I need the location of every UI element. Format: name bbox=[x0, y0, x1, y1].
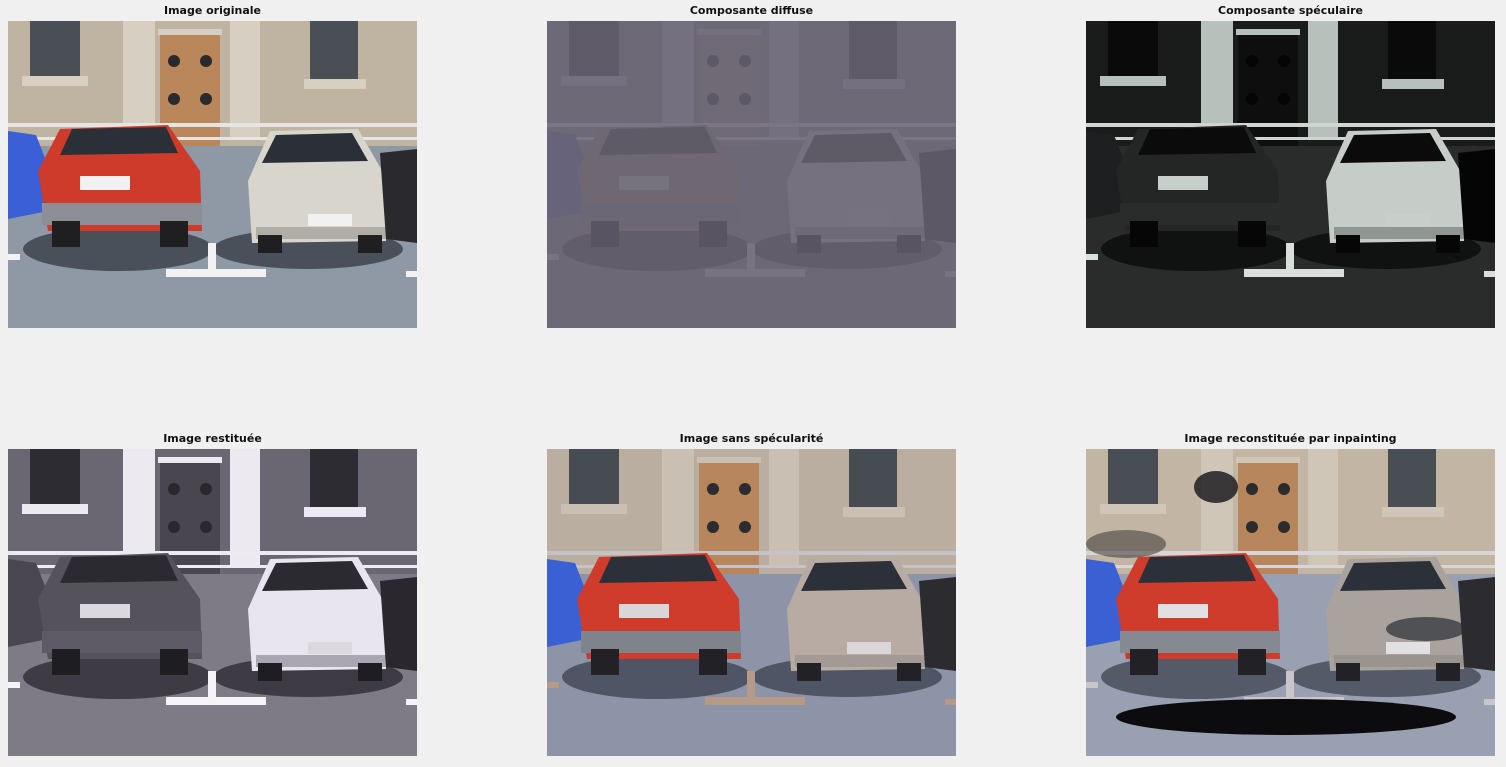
panel-title: Composante diffuse bbox=[689, 4, 814, 17]
panel-composante-diffuse: Composante diffuse bbox=[547, 0, 956, 328]
panel-title: Image restituée bbox=[163, 432, 262, 445]
panel-title: Image originale bbox=[163, 4, 262, 17]
photo-restored bbox=[8, 449, 417, 756]
panel-title: Composante spéculaire bbox=[1218, 4, 1363, 17]
photo-inpainting bbox=[1086, 449, 1495, 756]
panel-image-originale: Image originale bbox=[8, 0, 417, 328]
panel-image-inpainting: Image reconstituée par inpainting bbox=[1086, 428, 1495, 756]
panel-title: Image sans spécularité bbox=[679, 432, 824, 445]
photo-no-specular bbox=[547, 449, 956, 756]
photo-specular bbox=[1086, 21, 1495, 328]
panel-image-restituee: Image restituée bbox=[8, 428, 417, 756]
panel-composante-speculaire: Composante spéculaire bbox=[1086, 0, 1495, 328]
panel-image-sans-specularite: Image sans spécularité bbox=[547, 428, 956, 756]
photo-original bbox=[8, 21, 417, 328]
photo-diffuse bbox=[547, 21, 956, 328]
panel-title: Image reconstituée par inpainting bbox=[1184, 432, 1397, 445]
